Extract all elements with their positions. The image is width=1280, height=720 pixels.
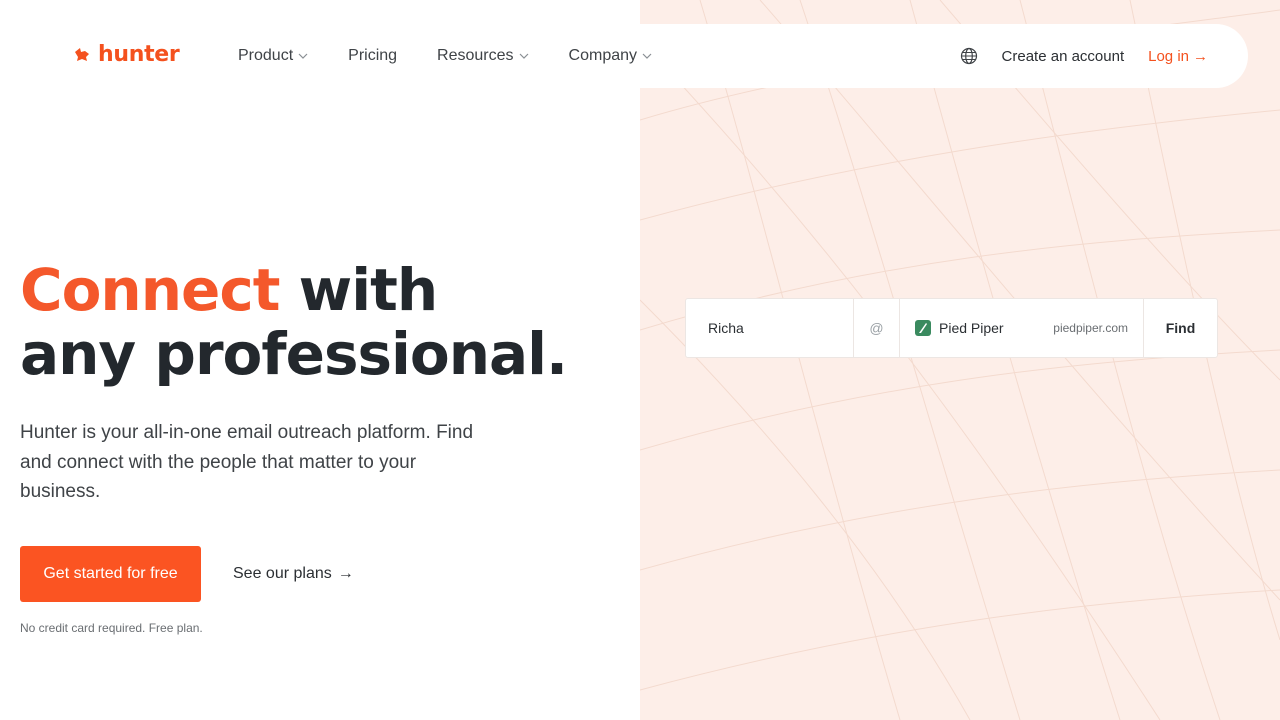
no-credit-card-note: No credit card required. Free plan. (20, 621, 203, 635)
arrow-right-icon: → (337, 565, 354, 582)
finder-company-field[interactable]: Pied Piper piedpiper.com (900, 299, 1144, 357)
logo-text: hunter (98, 42, 180, 67)
hero-description: Hunter is your all-in-one email outreach… (20, 422, 474, 502)
chevron-down-icon (642, 53, 652, 59)
finder-name-field[interactable]: Richa (686, 299, 854, 357)
nav-item-resources[interactable]: Resources (437, 47, 528, 65)
nav-item-company[interactable]: Company (569, 47, 652, 65)
finder-company-name: Pied Piper (939, 320, 1004, 336)
chevron-down-icon (519, 53, 528, 59)
top-navigation: hunter Product Pricing Resources Company… (32, 24, 1248, 88)
hunter-logo[interactable]: hunter (72, 42, 180, 67)
headline-accent: Connect (20, 256, 280, 324)
hero-headline: Connect with any professional. (20, 256, 568, 388)
at-symbol: @ (854, 299, 900, 357)
globe-icon[interactable] (960, 47, 978, 65)
background-pattern (640, 0, 1280, 720)
nav-item-label: Pricing (348, 47, 398, 64)
nav-links: Product Pricing Resources Company (238, 24, 652, 88)
headline-line-2: any professional. (20, 320, 568, 388)
nav-item-label: Resources (437, 47, 514, 64)
see-plans-label: See our plans (233, 565, 332, 582)
finder-name-value: Richa (708, 320, 744, 336)
create-account-link[interactable]: Create an account (1002, 48, 1125, 65)
email-finder-widget: Richa @ Pied Piper piedpiper.com Find (685, 298, 1218, 358)
hero-headline-block: Connect with any professional. (20, 256, 568, 388)
login-label: Log in (1148, 47, 1189, 65)
headline-rest: with (279, 256, 438, 324)
nav-item-product[interactable]: Product (238, 47, 308, 65)
nav-actions: Create an account Log in → (960, 24, 1208, 88)
nav-item-label: Product (238, 47, 294, 64)
cta-row: Get started for free See our plans → (20, 546, 354, 602)
login-link[interactable]: Log in → (1148, 48, 1208, 65)
nav-item-pricing[interactable]: Pricing (348, 47, 397, 65)
get-started-button[interactable]: Get started for free (20, 546, 201, 602)
arrow-right-icon: → (1193, 47, 1208, 65)
fox-logo-icon (75, 47, 89, 61)
hero-illustration-panel (640, 0, 1280, 720)
pied-piper-logo-icon (915, 320, 931, 336)
finder-company-domain: piedpiper.com (1053, 321, 1128, 335)
nav-item-label: Company (568, 47, 638, 64)
chevron-down-icon (298, 53, 308, 59)
find-button[interactable]: Find (1144, 299, 1217, 357)
see-plans-link[interactable]: See our plans → (233, 565, 354, 583)
